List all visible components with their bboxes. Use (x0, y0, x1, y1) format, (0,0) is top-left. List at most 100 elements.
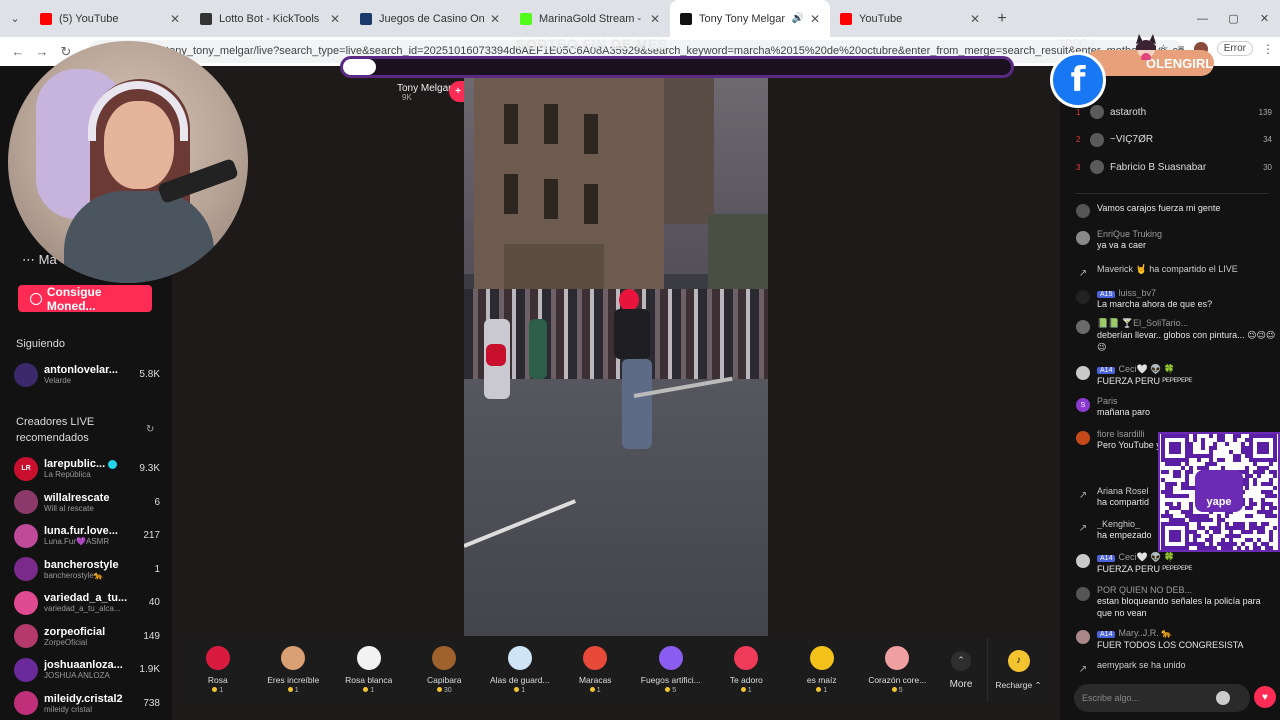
sidebar-creator-item[interactable]: luna.fur.love... Luna.Fur💜ASMR 217 (14, 519, 160, 552)
rank-number: 3 (1076, 162, 1081, 172)
coin-icon (30, 292, 42, 305)
streamer-followers: 9K (402, 93, 412, 102)
gift-price: 1 (590, 687, 601, 694)
minimize-icon[interactable]: — (1187, 0, 1218, 37)
gift-item[interactable]: Te adoro 1 (709, 638, 785, 702)
tab-favicon-icon (360, 12, 372, 25)
tab-favicon-icon (40, 12, 52, 25)
gift-icon (356, 646, 381, 670)
chat-system-message: ↗ aemypark se ha unido (1076, 660, 1276, 676)
tab-close-icon[interactable]: ✕ (330, 12, 340, 26)
giveaway-title: SORTEO FIN DE MES (516, 36, 668, 52)
avatar (1076, 431, 1090, 445)
maximize-icon[interactable]: ▢ (1218, 0, 1249, 37)
chat-text: FUERZA PERU ᴾᴱᴾᴱᴾᴱᴾᴱ (1097, 564, 1193, 574)
facebook-badge: OLENGIRL f (1050, 34, 1215, 108)
tab-title: YouTube (859, 12, 903, 25)
sidebar-creator-item[interactable]: mileidy.cristal2 mileidy cristal 738 (14, 687, 160, 720)
tab-close-icon[interactable]: ✕ (810, 12, 820, 26)
gift-item[interactable]: Capibara 30 (407, 638, 483, 702)
new-tab-button[interactable]: + (990, 0, 1014, 37)
menu-icon[interactable]: ⋮ (1262, 42, 1274, 56)
gift-price: 5 (665, 687, 676, 694)
creator-subtitle: bancherostyle🐆 (44, 570, 104, 580)
gift-name: Fuegos artifici... (640, 675, 701, 685)
like-heart-button[interactable]: ♥ (1254, 686, 1276, 708)
gift-price: 1 (816, 687, 827, 694)
gift-count: 34 (1263, 135, 1272, 144)
chat-text: estan bloqueando señales la policía para… (1097, 596, 1261, 618)
chat-text: La marcha ahora de que es? (1097, 299, 1213, 309)
chat-message: A14 Mary..J.R. 🐆 FUER TODOS LOS CONGRESIS… (1076, 628, 1276, 651)
tab-title: Juegos de Casino Online | Apue (379, 12, 484, 25)
creator-subtitle: Luna.Fur💜ASMR (44, 537, 110, 546)
back-icon[interactable]: ← (6, 44, 30, 59)
avatar (1076, 290, 1090, 304)
sidebar-creator-item[interactable]: willalrescate Will al rescate 6 (14, 486, 160, 519)
gift-price: 30 (437, 687, 452, 694)
gift-item[interactable]: Rosa 1 (180, 638, 256, 702)
recharge-button[interactable]: ♪ Recharge ⌃ (987, 638, 1049, 702)
gift-item[interactable]: Eres increíble 1 (256, 638, 332, 702)
avatar: LR (14, 456, 38, 481)
browser-tab[interactable]: YouTube ✕ (830, 0, 990, 37)
get-coins-button[interactable]: Consigue Moned... (18, 285, 152, 313)
avatar (14, 557, 38, 581)
sidebar-creator-item[interactable]: antonlovelar... Velarde 5.8K (14, 358, 160, 391)
recommended-title: Creadores LIVE recomendados (16, 416, 95, 444)
gift-item[interactable]: es maíz 1 (784, 638, 860, 702)
speaker-icon[interactable]: 🔊 (791, 13, 803, 24)
viewer-count: 1.9K (139, 664, 160, 675)
avatar (1076, 204, 1090, 218)
browser-tab[interactable]: Lotto Bot - KickTools ✕ (190, 0, 350, 37)
gift-name: Rosa (207, 675, 228, 685)
live-chat-panel: 1 astaroth 139 2 ~VİÇ7ØR 34 3 Fabricio B S… (1066, 66, 1280, 720)
tab-search-icon[interactable]: ⌄ (0, 0, 30, 37)
creator-subtitle: JOSHUA ANLOZA (44, 671, 110, 680)
avatar (1076, 366, 1090, 380)
tab-close-icon[interactable]: ✕ (650, 12, 660, 26)
more-gifts-button[interactable]: ⌃ More (935, 638, 987, 702)
creator-name: willalrescate (44, 491, 110, 504)
chat-system-message: ↗ Maverick 🤘 ha compartido el LIVE (1076, 264, 1276, 280)
avatar (14, 624, 38, 648)
webcam-overlay (8, 41, 248, 283)
refresh-icon[interactable]: ↻ (146, 424, 154, 435)
sidebar-creator-item[interactable]: variedad_a_tu... variedad_a_tu_alca... 4… (14, 586, 160, 619)
gift-icon (734, 646, 759, 670)
browser-tab[interactable]: Tony Tony Melgar (@tony_t 🔊 ✕ (670, 0, 830, 37)
gift-price: 1 (288, 687, 299, 694)
sidebar-creator-item[interactable]: zorpeoficial ZorpeOficial 149 (14, 620, 160, 653)
sidebar-creator-item[interactable]: joshuaanloza... JOSHUA ANLOZA 1.9K (14, 653, 160, 686)
top-gifter-row[interactable]: 3 Fabricio B Suasnabar 30 (1076, 155, 1272, 179)
close-window-icon[interactable]: ✕ (1249, 0, 1280, 37)
chat-message: POR QUIEN NO DEB... estan bloqueando señ… (1076, 585, 1276, 619)
tab-close-icon[interactable]: ✕ (490, 12, 500, 26)
emoji-icon[interactable] (1216, 691, 1230, 705)
tab-close-icon[interactable]: ✕ (970, 12, 980, 26)
error-button[interactable]: Error (1216, 41, 1253, 56)
chat-text: mañana paro (1097, 407, 1151, 417)
share-icon: ↗ (1078, 522, 1088, 534)
avatar (14, 657, 38, 682)
chat-text: Vamos carajos fuerza mi gente (1097, 203, 1221, 213)
gift-item[interactable]: Rosa blanca 1 (331, 638, 407, 702)
browser-tab[interactable]: MarinaGold Stream - Watch Liv ✕ (510, 0, 670, 37)
browser-tab[interactable]: Juegos de Casino Online | Apue ✕ (350, 0, 510, 37)
tab-close-icon[interactable]: ✕ (170, 12, 180, 26)
gift-item[interactable]: Maracas 1 (558, 638, 634, 702)
forward-icon[interactable]: → (30, 44, 54, 59)
top-gifter-row[interactable]: 2 ~VİÇ7ØR 34 (1076, 128, 1272, 152)
gift-item[interactable]: Corazón core... 5 (860, 638, 936, 702)
gift-item[interactable]: Fuegos artifici... 5 (633, 638, 709, 702)
creator-name: mileidy.cristal2 (44, 692, 123, 705)
browser-tab[interactable]: (5) YouTube ✕ (30, 0, 190, 37)
sidebar-creator-item[interactable]: LR larepublic... La República 9.3K (14, 452, 160, 485)
gift-item[interactable]: Alas de guard... 1 (482, 638, 558, 702)
gift-name: Capibara (427, 675, 462, 685)
top-gifter-row[interactable]: 1 astaroth 139 (1076, 100, 1272, 124)
live-video[interactable] (464, 74, 768, 636)
gift-price: 1 (212, 687, 223, 694)
sidebar-creator-item[interactable]: bancherostyle bancherostyle🐆 1 (14, 553, 160, 586)
gift-name: Rosa blanca (345, 675, 393, 685)
